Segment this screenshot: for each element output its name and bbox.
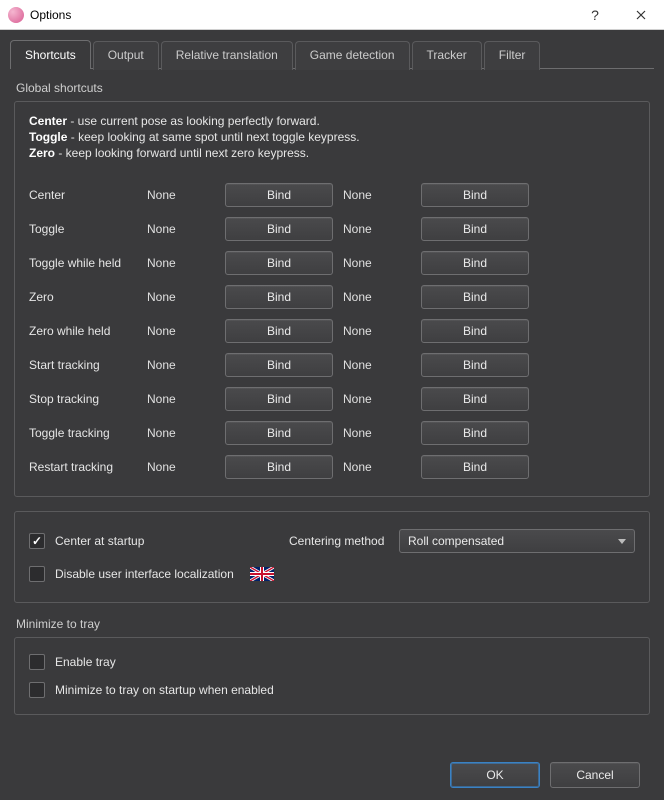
shortcut-row: Zero None Bind None Bind bbox=[29, 280, 635, 314]
tab-tracker[interactable]: Tracker bbox=[412, 41, 482, 70]
binding-value-2: None bbox=[343, 392, 413, 406]
question-icon: ? bbox=[591, 7, 599, 23]
tab-output[interactable]: Output bbox=[93, 41, 159, 70]
bind-button-1[interactable]: Bind bbox=[225, 217, 333, 241]
binding-value-2: None bbox=[343, 256, 413, 270]
bind-button-1[interactable]: Bind bbox=[225, 183, 333, 207]
tab-filter[interactable]: Filter bbox=[484, 41, 541, 70]
bind-button-2[interactable]: Bind bbox=[421, 285, 529, 309]
app-icon bbox=[8, 7, 24, 23]
enable-tray-label: Enable tray bbox=[55, 655, 116, 669]
chevron-down-icon bbox=[618, 539, 626, 544]
bind-button-2[interactable]: Bind bbox=[421, 455, 529, 479]
centering-method-label: Centering method bbox=[289, 534, 399, 548]
cancel-button[interactable]: Cancel bbox=[550, 762, 640, 788]
bind-button-1[interactable]: Bind bbox=[225, 251, 333, 275]
shortcut-name: Start tracking bbox=[29, 358, 139, 372]
bind-button-2[interactable]: Bind bbox=[421, 217, 529, 241]
help-button[interactable]: ? bbox=[572, 0, 618, 30]
help-zero-term: Zero bbox=[29, 146, 55, 160]
center-at-startup-checkbox[interactable] bbox=[29, 533, 45, 549]
binding-value-1: None bbox=[147, 426, 217, 440]
global-shortcuts-group: Center - use current pose as looking per… bbox=[14, 101, 650, 497]
centering-method-select[interactable]: Roll compensated bbox=[399, 529, 635, 553]
tab-game-detection[interactable]: Game detection bbox=[295, 41, 410, 70]
binding-value-1: None bbox=[147, 222, 217, 236]
startup-group: Center at startup Centering method Roll … bbox=[14, 511, 650, 603]
bind-button-2[interactable]: Bind bbox=[421, 387, 529, 411]
help-toggle-term: Toggle bbox=[29, 130, 67, 144]
bind-button-2[interactable]: Bind bbox=[421, 353, 529, 377]
center-at-startup-label: Center at startup bbox=[55, 534, 144, 548]
shortcut-name: Zero while held bbox=[29, 324, 139, 338]
shortcut-name: Toggle tracking bbox=[29, 426, 139, 440]
shortcut-row: Restart tracking None Bind None Bind bbox=[29, 450, 635, 484]
shortcut-name: Stop tracking bbox=[29, 392, 139, 406]
binding-value-1: None bbox=[147, 290, 217, 304]
shortcut-name: Zero bbox=[29, 290, 139, 304]
shortcut-name: Center bbox=[29, 188, 139, 202]
help-text: Center - use current pose as looking per… bbox=[29, 114, 635, 160]
ok-button[interactable]: OK bbox=[450, 762, 540, 788]
window-title: Options bbox=[30, 8, 71, 22]
bind-button-1[interactable]: Bind bbox=[225, 455, 333, 479]
shortcut-row: Toggle tracking None Bind None Bind bbox=[29, 416, 635, 450]
binding-value-1: None bbox=[147, 358, 217, 372]
shortcut-rows: Center None Bind None Bind Toggle None Bind None… bbox=[29, 178, 635, 484]
bind-button-2[interactable]: Bind bbox=[421, 319, 529, 343]
help-zero-desc: - keep looking forward until next zero k… bbox=[55, 146, 309, 160]
help-toggle-desc: - keep looking at same spot until next t… bbox=[67, 130, 359, 144]
shortcut-name: Toggle bbox=[29, 222, 139, 236]
titlebar[interactable]: Options ? bbox=[0, 0, 664, 30]
bind-button-1[interactable]: Bind bbox=[225, 319, 333, 343]
shortcut-row: Toggle while held None Bind None Bind bbox=[29, 246, 635, 280]
centering-method-value: Roll compensated bbox=[408, 534, 504, 548]
options-window: Options ? Shortcuts Output Relative tran… bbox=[0, 0, 664, 800]
bind-button-1[interactable]: Bind bbox=[225, 353, 333, 377]
minimize-on-startup-checkbox[interactable] bbox=[29, 682, 45, 698]
tab-relative-translation[interactable]: Relative translation bbox=[161, 41, 293, 70]
uk-flag-icon bbox=[250, 567, 274, 581]
bind-button-1[interactable]: Bind bbox=[225, 421, 333, 445]
shortcut-row: Start tracking None Bind None Bind bbox=[29, 348, 635, 382]
binding-value-2: None bbox=[343, 188, 413, 202]
binding-value-2: None bbox=[343, 222, 413, 236]
disable-localization-label: Disable user interface localization bbox=[55, 567, 234, 581]
binding-value-1: None bbox=[147, 392, 217, 406]
close-button[interactable] bbox=[618, 0, 664, 30]
tab-strip: Shortcuts Output Relative translation Ga… bbox=[10, 40, 654, 69]
tab-shortcuts[interactable]: Shortcuts bbox=[10, 40, 91, 69]
tray-title: Minimize to tray bbox=[16, 617, 650, 631]
dialog-footer: OK Cancel bbox=[10, 750, 654, 800]
binding-value-2: None bbox=[343, 358, 413, 372]
shortcut-name: Restart tracking bbox=[29, 460, 139, 474]
tray-group: Enable tray Minimize to tray on startup … bbox=[14, 637, 650, 715]
shortcut-row: Stop tracking None Bind None Bind bbox=[29, 382, 635, 416]
bind-button-2[interactable]: Bind bbox=[421, 421, 529, 445]
binding-value-2: None bbox=[343, 324, 413, 338]
binding-value-1: None bbox=[147, 188, 217, 202]
global-shortcuts-title: Global shortcuts bbox=[16, 81, 650, 95]
help-center-term: Center bbox=[29, 114, 67, 128]
shortcut-row: Center None Bind None Bind bbox=[29, 178, 635, 212]
binding-value-1: None bbox=[147, 324, 217, 338]
binding-value-2: None bbox=[343, 460, 413, 474]
bind-button-1[interactable]: Bind bbox=[225, 387, 333, 411]
bind-button-2[interactable]: Bind bbox=[421, 251, 529, 275]
disable-localization-checkbox[interactable] bbox=[29, 566, 45, 582]
binding-value-2: None bbox=[343, 290, 413, 304]
shortcut-row: Toggle None Bind None Bind bbox=[29, 212, 635, 246]
shortcut-name: Toggle while held bbox=[29, 256, 139, 270]
minimize-on-startup-label: Minimize to tray on startup when enabled bbox=[55, 683, 274, 697]
bind-button-2[interactable]: Bind bbox=[421, 183, 529, 207]
binding-value-1: None bbox=[147, 460, 217, 474]
binding-value-1: None bbox=[147, 256, 217, 270]
shortcut-row: Zero while held None Bind None Bind bbox=[29, 314, 635, 348]
close-icon bbox=[636, 10, 646, 20]
help-center-desc: - use current pose as looking perfectly … bbox=[67, 114, 320, 128]
enable-tray-checkbox[interactable] bbox=[29, 654, 45, 670]
binding-value-2: None bbox=[343, 426, 413, 440]
bind-button-1[interactable]: Bind bbox=[225, 285, 333, 309]
